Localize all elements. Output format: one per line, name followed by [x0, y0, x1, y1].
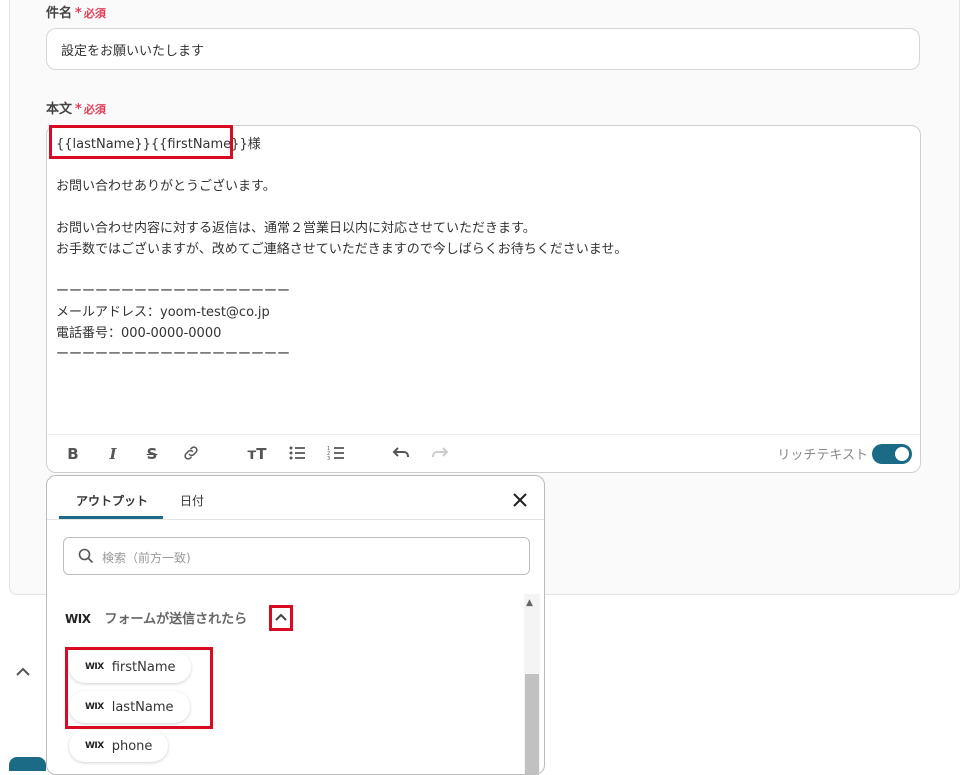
numbered-list-icon[interactable]: 123: [325, 444, 347, 464]
body-line: お問い合わせ内容に対する返信は、通常２営業日以内に対応させていただきます。: [56, 221, 536, 236]
trigger-group-header[interactable]: WIX フォームが送信されたら: [65, 608, 247, 627]
required-mark: *: [75, 102, 82, 117]
bottom-button[interactable]: [9, 757, 46, 771]
body-line: お手数ではございますが、改めてご連絡させていただきますので今しばらくお待ちくださ…: [56, 242, 628, 257]
scroll-up-icon[interactable]: ▲: [526, 598, 533, 608]
search-icon: [78, 548, 94, 564]
chevron-up-icon[interactable]: [14, 664, 32, 683]
required-text: 必須: [83, 7, 106, 20]
rich-text-toggle[interactable]: [872, 444, 912, 464]
redo-icon[interactable]: [429, 444, 451, 464]
wix-logo: WIX: [65, 612, 91, 626]
body-line: ーーーーーーーーーーーーーーーーーー: [56, 284, 291, 299]
tab-date[interactable]: 日付: [180, 492, 204, 509]
group-title: フォームが送信されたら: [104, 612, 248, 627]
bold-icon[interactable]: B: [62, 444, 84, 464]
body-editor[interactable]: {{lastName}}{{firstName}}様 お問い合わせありがとうござ…: [46, 125, 921, 473]
highlight-box-placeholders: [49, 125, 233, 159]
required-text: 必須: [83, 103, 106, 116]
body-line: ーーーーーーーーーーーーーーーーーー: [56, 347, 291, 362]
search-placeholder: 検索（前方一致): [102, 551, 191, 565]
text-size-icon[interactable]: ᴛT: [246, 444, 268, 464]
body-line: [56, 260, 627, 281]
undo-icon[interactable]: [390, 444, 412, 464]
chevron-up-icon: [275, 613, 287, 621]
highlight-box-output-items: [65, 647, 213, 729]
body-line: メールアドレス：yoom-test@co.jp: [56, 305, 270, 320]
subject-label-text: 件名: [46, 6, 73, 21]
wix-logo: WIX: [85, 741, 104, 751]
collapse-group-button[interactable]: [269, 605, 293, 631]
subject-label: 件名 * 必須: [46, 2, 106, 21]
svg-text:3: 3: [327, 456, 330, 462]
subject-input[interactable]: 設定をお願いいたします: [46, 28, 920, 70]
italic-icon[interactable]: I: [102, 444, 124, 464]
subject-input-value: 設定をお願いいたします: [61, 43, 205, 59]
rich-text-label: リッチテキスト: [777, 448, 868, 463]
body-line: 電話番号：000-0000-0000: [56, 326, 222, 341]
close-icon[interactable]: [510, 490, 530, 510]
search-input[interactable]: 検索（前方一致): [63, 537, 530, 575]
body-line: [56, 197, 627, 218]
output-item-phone[interactable]: WIX phone: [69, 730, 169, 762]
body-text[interactable]: {{lastName}}{{firstName}}様 お問い合わせありがとうござ…: [56, 134, 627, 365]
output-item-label: phone: [111, 738, 153, 754]
link-icon[interactable]: [180, 444, 202, 464]
tab-output[interactable]: アウトプット: [76, 492, 148, 509]
output-popup: アウトプット 日付 検索（前方一致) WIX フォームが送信されたら WIX fir…: [46, 475, 545, 775]
strikethrough-icon[interactable]: S: [141, 444, 163, 464]
body-label: 本文 * 必須: [46, 98, 106, 117]
body-line: お問い合わせありがとうございます。: [56, 179, 276, 194]
body-label-text: 本文: [46, 102, 73, 117]
required-mark: *: [75, 6, 82, 21]
tabs-divider: [47, 519, 544, 520]
scrollbar-thumb[interactable]: [525, 674, 539, 774]
editor-toolbar: B I S ᴛT 123 リッチテキスト: [47, 434, 920, 473]
bullet-list-icon[interactable]: [286, 444, 308, 464]
toggle-knob: [895, 447, 909, 461]
